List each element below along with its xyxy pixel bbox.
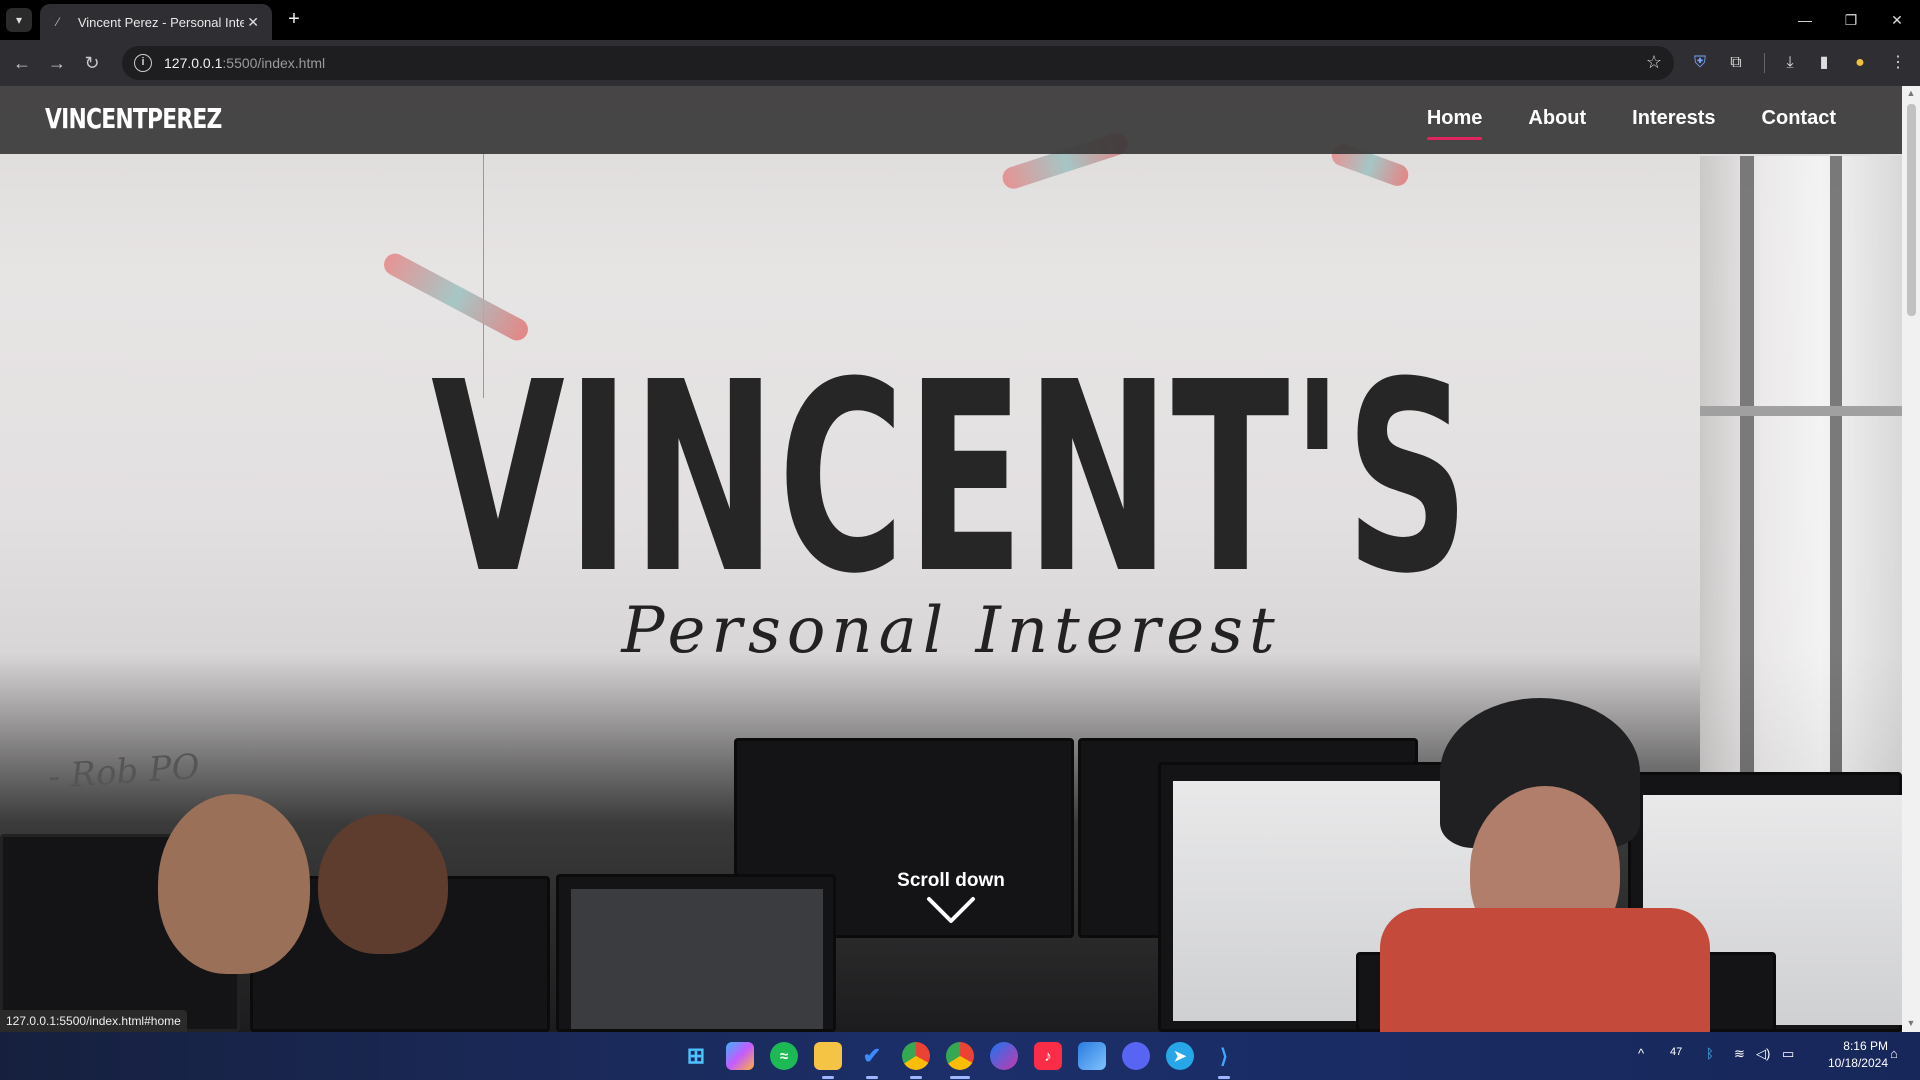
- scroll-thumb[interactable]: [1907, 104, 1916, 316]
- photos-icon[interactable]: [1078, 1042, 1106, 1070]
- bluetooth-icon[interactable]: ᛒ: [1706, 1046, 1714, 1061]
- wifi-icon[interactable]: ≋: [1734, 1046, 1745, 1062]
- volume-icon[interactable]: ◁): [1756, 1046, 1770, 1062]
- url-text: 127.0.0.1:5500/index.html: [164, 55, 326, 71]
- main-nav: Home About Interests Contact: [1426, 86, 1836, 154]
- minimize-icon[interactable]: —: [1790, 8, 1820, 32]
- favicon-icon: ⁄: [56, 15, 59, 29]
- nav-link-interests[interactable]: Interests: [1632, 107, 1715, 134]
- restore-icon[interactable]: ❐: [1836, 8, 1866, 32]
- hero-subtitle: Personal Interest: [621, 594, 1281, 668]
- page-viewport: - Rob PO VINCENTPEREZ Home About Interes…: [0, 86, 1902, 1032]
- clock-date: 10/18/2024: [1827, 1056, 1888, 1070]
- scroll-up-arrow-icon[interactable]: ▲: [1906, 88, 1916, 98]
- scroll-down-arrow-icon[interactable]: ▼: [1906, 1018, 1916, 1028]
- discord-icon[interactable]: [1122, 1042, 1150, 1070]
- browser-tab[interactable]: ⁄ Vincent Perez - Personal Interests ✕: [40, 4, 272, 40]
- todo-icon[interactable]: ✔: [858, 1042, 886, 1070]
- music-icon[interactable]: ♪: [1034, 1042, 1062, 1070]
- reload-icon[interactable]: ↻: [80, 51, 104, 75]
- hero-title: VINCENT'S: [431, 326, 1471, 631]
- tab-search-icon[interactable]: ▾: [6, 8, 32, 32]
- monitor: [556, 874, 836, 1032]
- chrome-icon[interactable]: [902, 1042, 930, 1070]
- windows-start-icon[interactable]: ⊞: [682, 1042, 710, 1070]
- menu-dots-icon[interactable]: ⋮: [1886, 51, 1910, 75]
- browser-tabstrip: ▾ ⁄ Vincent Perez - Personal Interests ✕…: [0, 0, 1920, 40]
- person-shirt: [1380, 908, 1710, 1032]
- copilot-icon[interactable]: [726, 1042, 754, 1070]
- messenger-icon[interactable]: [990, 1042, 1018, 1070]
- scroll-down-label: Scroll down: [897, 870, 1005, 891]
- app-active-indicator: [950, 1076, 970, 1079]
- browser-toolbar: ← → ↻ i 127.0.0.1:5500/index.html ☆ ⛨ ⧉ …: [0, 40, 1920, 86]
- telegram-icon[interactable]: ➤: [1166, 1042, 1194, 1070]
- scroll-down-link[interactable]: Scroll down: [876, 870, 1026, 924]
- whiteboard-note: - Rob PO: [46, 746, 201, 798]
- profile-avatar-icon[interactable]: ●: [1848, 51, 1872, 75]
- toolbar-divider: [1764, 53, 1765, 73]
- app-running-indicator: [1218, 1076, 1230, 1079]
- chrome-profile-icon[interactable]: [946, 1042, 974, 1070]
- office-window: [1700, 156, 1902, 856]
- app-running-indicator: [866, 1076, 878, 1079]
- close-tab-icon[interactable]: ✕: [244, 14, 262, 31]
- site-info-icon[interactable]: i: [134, 54, 152, 72]
- site-header: VINCENTPEREZ Home About Interests Contac…: [0, 86, 1902, 154]
- link-status-bubble: 127.0.0.1:5500/index.html#home: [0, 1010, 187, 1032]
- weather-temp[interactable]: 47: [1670, 1046, 1682, 1058]
- person: [318, 814, 448, 954]
- notification-icon[interactable]: ⌂: [1890, 1046, 1898, 1061]
- back-icon[interactable]: ←: [10, 51, 34, 75]
- app-running-indicator: [822, 1076, 834, 1079]
- vscode-icon[interactable]: ⟩: [1210, 1042, 1238, 1070]
- nav-link-home[interactable]: Home: [1426, 107, 1482, 140]
- new-tab-button[interactable]: +: [282, 8, 306, 32]
- nav-link-contact[interactable]: Contact: [1762, 107, 1836, 134]
- extensions-puzzle-icon[interactable]: ⧉: [1724, 51, 1748, 75]
- taskbar: ⊞ ≈ ✔ ♪ ➤ ⟩ ^ 47 ᛒ ≋ ◁) ▭ 8:16 PM 10/18/…: [0, 1032, 1920, 1080]
- forward-icon[interactable]: →: [45, 51, 69, 75]
- chevron-down-icon: [927, 897, 975, 923]
- side-panel-icon[interactable]: ▮: [1812, 51, 1836, 75]
- close-window-icon[interactable]: ✕: [1882, 8, 1912, 32]
- downloads-icon[interactable]: ⤓: [1778, 51, 1802, 75]
- nav-link-about[interactable]: About: [1528, 107, 1586, 134]
- site-logo[interactable]: VINCENTPEREZ: [45, 102, 222, 135]
- system-clock[interactable]: 8:16 PM 10/18/2024: [1828, 1038, 1888, 1072]
- tab-title: Vincent Perez - Personal Interests: [77, 14, 245, 30]
- extension-shield-icon[interactable]: ⛨: [1688, 51, 1712, 75]
- tray-overflow-icon[interactable]: ^: [1638, 1046, 1644, 1061]
- clock-time: 8:16 PM: [1843, 1039, 1888, 1053]
- app-running-indicator: [910, 1076, 922, 1079]
- bookmark-star-icon[interactable]: ☆: [1646, 52, 1662, 73]
- page-scrollbar[interactable]: ▲ ▼: [1902, 86, 1920, 1032]
- file-explorer-icon[interactable]: [814, 1042, 842, 1070]
- spotify-icon[interactable]: ≈: [770, 1042, 798, 1070]
- battery-icon[interactable]: ▭: [1782, 1046, 1794, 1062]
- person: [158, 794, 310, 974]
- address-bar[interactable]: i 127.0.0.1:5500/index.html ☆: [122, 46, 1674, 80]
